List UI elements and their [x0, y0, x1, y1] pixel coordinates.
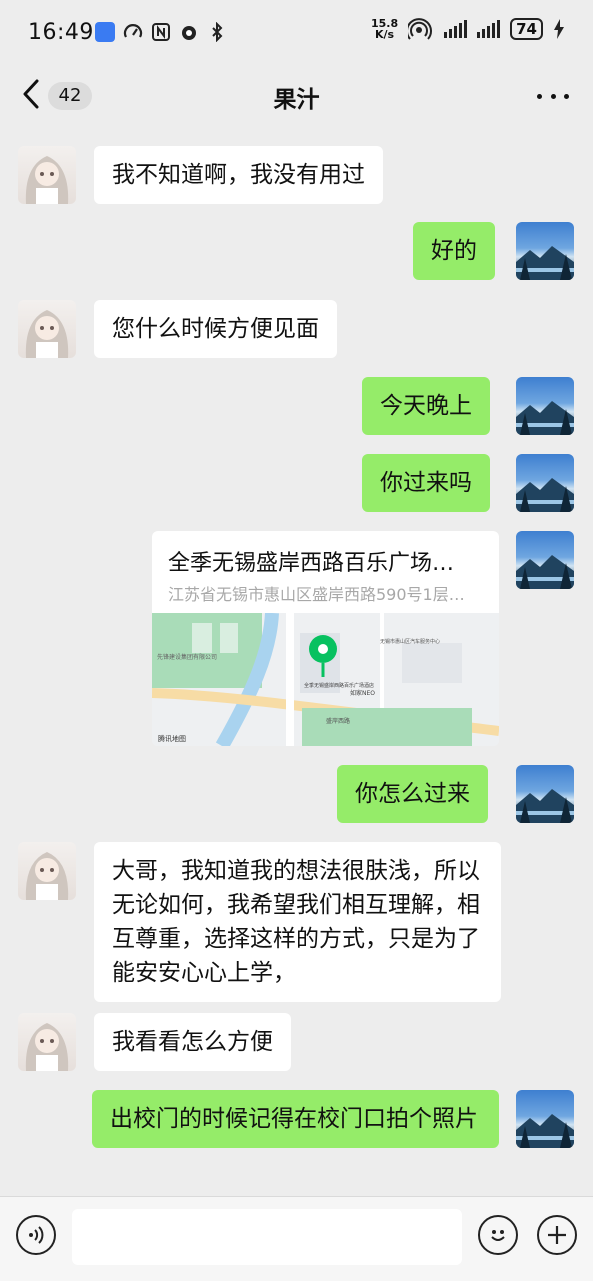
- contact-avatar[interactable]: [18, 842, 76, 900]
- mountain-lake-avatar-icon: [516, 478, 574, 512]
- hotspot-icon: [408, 18, 433, 40]
- message-bubble-outgoing[interactable]: 你怎么过来: [337, 765, 488, 823]
- contact-avatar[interactable]: [18, 146, 76, 204]
- map-poi-label-3: 无锡市惠山区汽车服务中心: [380, 638, 440, 645]
- more-options-button[interactable]: [537, 82, 569, 110]
- map-image: 先锋建设集团有限公司 全季无锡盛岸西路百乐广场酒店 如家NEO 无锡市惠山区汽车…: [152, 612, 499, 746]
- emoji-button[interactable]: [478, 1215, 518, 1255]
- bluetooth-icon: [212, 22, 223, 42]
- message-bubble-outgoing[interactable]: 你过来吗: [362, 454, 490, 512]
- map-poi-label-4: 先锋建设集团有限公司: [157, 653, 217, 661]
- anime-girl-avatar-icon: [25, 1023, 69, 1071]
- anime-girl-avatar-icon: [25, 310, 69, 358]
- mountain-lake-avatar-icon: [516, 789, 574, 823]
- my-avatar[interactable]: [516, 222, 574, 280]
- contact-avatar[interactable]: [18, 1013, 76, 1071]
- message-bubble-incoming[interactable]: 大哥，我知道我的想法很肤浅，所以无论如何，我希望我们相互理解，相互尊重，选择这样…: [94, 842, 501, 1002]
- message-bubble-outgoing[interactable]: 好的: [413, 222, 495, 280]
- net-speed-unit: K/s: [375, 28, 395, 41]
- plus-icon: [548, 1226, 566, 1244]
- mountain-lake-avatar-icon: [516, 246, 574, 280]
- status-right-icons: 15.8 K/s 74: [371, 18, 565, 40]
- my-avatar[interactable]: [516, 765, 574, 823]
- chat-header: 42 果汁: [0, 66, 593, 126]
- anime-girl-avatar-icon: [25, 156, 69, 204]
- message-bubble-incoming[interactable]: 我看看怎么方便: [94, 1013, 291, 1071]
- location-title: 全季无锡盛岸西路百乐广场…: [168, 551, 455, 576]
- status-bar: 16:49 15.8 K/s 74: [0, 0, 593, 66]
- net-speed: 15.8 K/s: [371, 18, 398, 40]
- my-avatar[interactable]: [516, 454, 574, 512]
- plus-button[interactable]: [537, 1215, 577, 1255]
- emoji-icon: [491, 1230, 505, 1241]
- message-bubble-outgoing[interactable]: 今天晚上: [362, 377, 490, 435]
- message-bubble-incoming[interactable]: 我不知道啊，我没有用过: [94, 146, 383, 204]
- message-input[interactable]: [72, 1209, 462, 1265]
- voice-assistant-icon: [95, 22, 115, 42]
- location-message-card[interactable]: 全季无锡盛岸西路百乐广场… 江苏省无锡市惠山区盛岸西路590号1层… 先锋建设集…: [152, 531, 499, 746]
- my-avatar[interactable]: [516, 1090, 574, 1148]
- voice-button[interactable]: [16, 1215, 56, 1255]
- charging-icon: [554, 19, 564, 39]
- my-avatar[interactable]: [516, 377, 574, 435]
- map-poi-label-2: 如家NEO: [350, 689, 375, 697]
- message-bubble-outgoing[interactable]: 出校门的时候记得在校门口拍个照片: [92, 1090, 499, 1148]
- message-bubble-incoming[interactable]: 您什么时候方便见面: [94, 300, 337, 358]
- input-bar: [0, 1196, 593, 1281]
- battery-indicator: 74: [510, 18, 543, 40]
- contact-avatar[interactable]: [18, 300, 76, 358]
- nfc-icon: [152, 23, 170, 41]
- mountain-lake-avatar-icon: [516, 555, 574, 589]
- voice-icon: [29, 1226, 44, 1244]
- speed-gauge-icon: [123, 24, 143, 38]
- mountain-lake-avatar-icon: [516, 1114, 574, 1148]
- map-poi-label-1: 全季无锡盛岸西路百乐广场酒店: [304, 682, 374, 689]
- status-time: 16:49: [28, 20, 94, 45]
- map-road-label: 盛岸西路: [326, 717, 350, 725]
- signal-2-icon: [477, 20, 501, 38]
- my-avatar[interactable]: [516, 531, 574, 589]
- mountain-lake-avatar-icon: [516, 401, 574, 435]
- location-address: 江苏省无锡市惠山区盛岸西路590号1层…: [168, 585, 465, 604]
- map-source-label: 腾讯地图: [158, 734, 186, 743]
- status-left-icons: [95, 22, 227, 42]
- more-dots-icon: [537, 93, 542, 99]
- signal-1-icon: [444, 20, 468, 38]
- anime-girl-avatar-icon: [25, 852, 69, 900]
- alarm-icon: [182, 26, 196, 40]
- location-map-preview: 先锋建设集团有限公司 全季无锡盛岸西路百乐广场酒店 如家NEO 无锡市惠山区汽车…: [152, 612, 499, 746]
- chat-title: 果汁: [273, 87, 320, 113]
